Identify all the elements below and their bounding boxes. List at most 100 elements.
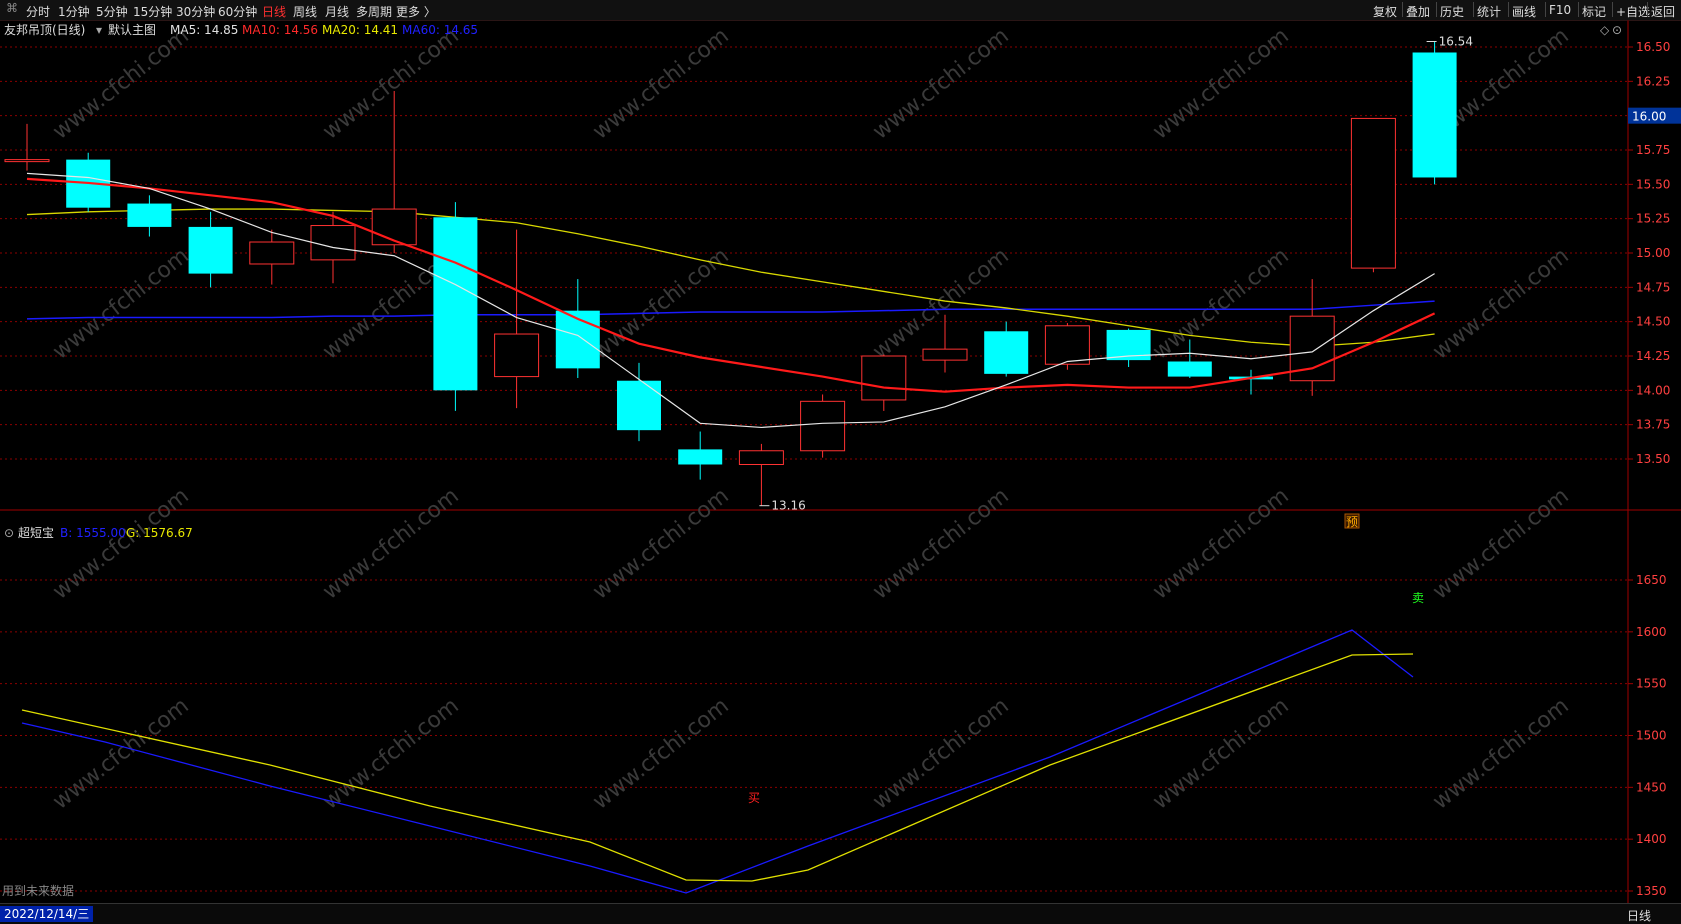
toolbar-separator	[1578, 2, 1579, 17]
candle-body-up	[4, 159, 50, 163]
period-tab-5[interactable]: 60分钟	[218, 3, 257, 20]
candle-body-up	[310, 225, 356, 261]
candle-body-up	[738, 450, 784, 465]
main-tick-label: 16.50	[1636, 40, 1670, 54]
low-price-label: 13.16	[771, 499, 805, 513]
main-tick-label: 14.25	[1636, 349, 1670, 363]
ma-legend-0: MA5: 14.85	[170, 23, 238, 37]
period-tab-0[interactable]: 分时	[26, 3, 50, 20]
sub-tick-label: 1350	[1636, 884, 1667, 898]
ma-legend-1: MA10: 14.56	[242, 23, 318, 37]
candle-body-down	[433, 217, 478, 391]
menu-icon[interactable]: ⌘	[6, 1, 18, 15]
watermark: www.cfchi.com	[318, 23, 463, 144]
period-tab-7[interactable]: 周线	[293, 3, 317, 20]
toolbar-separator	[1612, 2, 1613, 17]
main-chart-name: 默认主图	[108, 22, 156, 37]
candle-body-down	[617, 380, 661, 431]
period-indicator[interactable]: 日线	[1627, 907, 1651, 924]
settings-circle-icon: ⊙	[1612, 23, 1622, 37]
toolbar-separator	[1647, 2, 1648, 17]
candle-body-down	[1412, 52, 1457, 178]
sub-tick-label: 1450	[1636, 780, 1667, 794]
watermark: www.cfchi.com	[868, 23, 1013, 144]
high-price-label: 16.54	[1439, 35, 1473, 49]
period-tab-8[interactable]: 月线	[325, 3, 349, 20]
candle-body-down	[984, 331, 1029, 374]
watermark: www.cfchi.com	[48, 243, 193, 364]
sub-settings-icon: ⊙	[4, 526, 14, 540]
sub-tick-label: 1500	[1636, 729, 1667, 743]
watermark: www.cfchi.com	[1428, 243, 1573, 364]
sub-tick-label: 1550	[1636, 677, 1667, 691]
watermark: www.cfchi.com	[1148, 483, 1293, 604]
watermark: www.cfchi.com	[588, 483, 733, 604]
toolbar-button-0[interactable]: 复权	[1373, 3, 1397, 20]
main-tick-label: 13.50	[1636, 452, 1670, 466]
candle-body-up	[922, 348, 968, 361]
watermark: www.cfchi.com	[588, 693, 733, 814]
period-tab-3[interactable]: 15分钟	[133, 3, 172, 20]
sub-legend-1: G: 1576.67	[126, 526, 193, 540]
toolbar-button-5[interactable]: F10	[1549, 3, 1571, 17]
sell-signal: 卖	[1412, 591, 1424, 605]
watermark: www.cfchi.com	[588, 23, 733, 144]
crosshair-date: 2022/12/14/三	[0, 906, 94, 922]
candle-body-up	[800, 400, 846, 452]
watermark: www.cfchi.com	[868, 483, 1013, 604]
watermark: www.cfchi.com	[48, 23, 193, 144]
future-data-note: 用到未来数据	[2, 883, 74, 898]
status-bar: 2022/12/14/三 日线	[0, 903, 1681, 924]
sub-tick-label: 1600	[1636, 625, 1667, 639]
main-tick-label: 16.25	[1636, 74, 1670, 88]
period-tab-4[interactable]: 30分钟	[176, 3, 215, 20]
watermark: www.cfchi.com	[318, 483, 463, 604]
toolbar-button-1[interactable]: 叠加	[1406, 3, 1430, 20]
watermark: www.cfchi.com	[1148, 23, 1293, 144]
buy-signal: 买	[748, 791, 760, 805]
period-tab-10[interactable]: 更多 〉	[396, 3, 436, 20]
candle-body-up	[861, 355, 907, 401]
main-tick-label: 14.50	[1636, 315, 1670, 329]
candle-body-up	[494, 333, 540, 378]
stock-title: 友邦吊顶(日线)	[4, 23, 85, 37]
sub-tick-label: 1650	[1636, 573, 1667, 587]
main-tick-label: 15.25	[1636, 212, 1670, 226]
candle-body-down	[188, 226, 233, 274]
chart-area[interactable]: 16.50 16.25 16.00 15.75 15.50 15.25 15.00 14.75…	[0, 20, 1681, 903]
candle-body-down	[678, 449, 723, 465]
period-tab-1[interactable]: 1分钟	[58, 3, 90, 20]
period-toolbar: 分时 1分钟 5分钟 15分钟 30分钟 60分钟 日线 周线 月线 多周期 更多 〉 ⌘ 复权 叠加历…	[0, 0, 1681, 21]
main-tick-label: 13.75	[1636, 418, 1670, 432]
toolbar-separator	[1508, 2, 1509, 17]
toolbar-button-6[interactable]: 标记	[1582, 3, 1606, 20]
sub-tick-label: 1400	[1636, 832, 1667, 846]
indicator-name: 超短宝	[18, 525, 54, 540]
watermark: www.cfchi.com	[1148, 693, 1293, 814]
period-tab-9[interactable]: 多周期	[356, 3, 392, 20]
toolbar-button-4[interactable]: 画线	[1512, 3, 1536, 20]
sub-legend-0: B: 1555.00	[60, 526, 126, 540]
period-tab-2[interactable]: 5分钟	[96, 3, 128, 20]
toolbar-separator	[1473, 2, 1474, 17]
toolbar-button-3[interactable]: 统计	[1477, 3, 1501, 20]
forecast-mark: 预	[1346, 515, 1358, 529]
watermark: www.cfchi.com	[1428, 693, 1573, 814]
candle-body-down	[127, 203, 172, 227]
toolbar-button-7[interactable]: +自选	[1616, 3, 1650, 20]
diamond-icon: ◇	[1600, 23, 1610, 37]
period-tab-6[interactable]: 日线	[262, 3, 286, 20]
toolbar-button-2[interactable]: 历史	[1440, 3, 1464, 20]
main-tick-label: 15.75	[1636, 143, 1670, 157]
toolbar-separator	[1436, 2, 1437, 17]
toolbar-button-8[interactable]: 返回	[1651, 3, 1675, 20]
candle-body-up	[371, 208, 417, 246]
candle-body-up	[249, 241, 295, 265]
watermark: www.cfchi.com	[48, 693, 193, 814]
watermark: www.cfchi.com	[48, 483, 193, 604]
ma20-line	[26, 208, 1435, 348]
ma-legend-2: MA20: 14.41	[322, 23, 398, 37]
main-tick-label: 15.50	[1636, 177, 1670, 191]
candle-body-down	[1167, 361, 1212, 377]
toolbar-separator	[1402, 2, 1403, 17]
